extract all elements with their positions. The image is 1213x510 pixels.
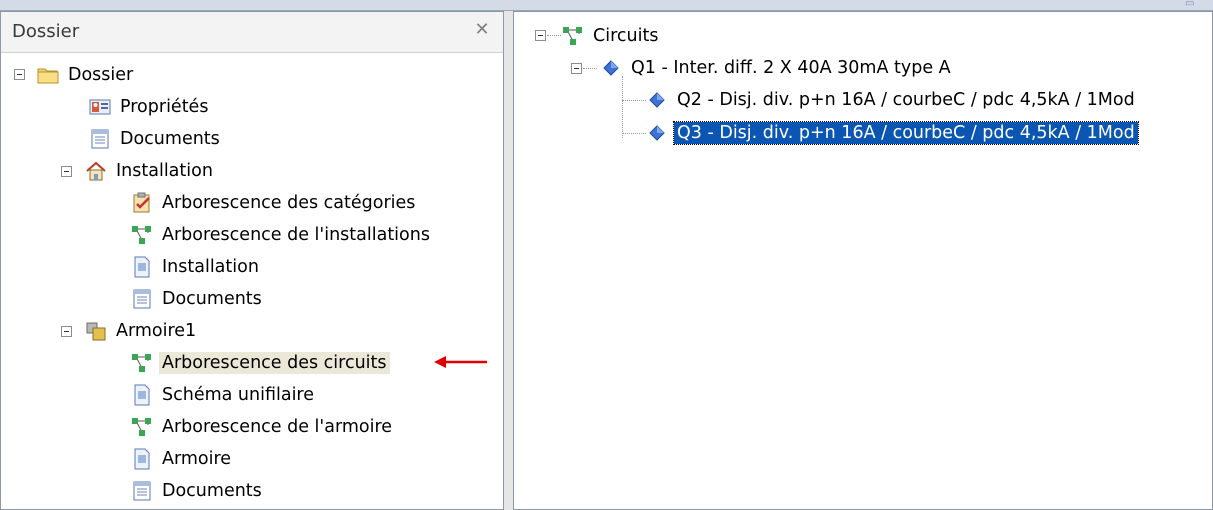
folder-icon [37,64,59,86]
tree-label: Documents [120,129,220,149]
document-list-icon [131,480,153,502]
corner-glyph-icon: ▭ [1185,0,1195,9]
tree-label: Armoire1 [116,321,197,341]
properties-card-icon [89,96,111,118]
tree-node-documents[interactable]: Documents [89,124,223,154]
tree-label: Armoire [162,449,232,469]
tree-label: Propriétés [120,97,209,117]
tree-node-armoire-page[interactable]: Armoire [131,444,234,474]
document-list-icon [89,128,111,150]
collapse-toggle-installation[interactable] [61,166,72,177]
stacked-boxes-icon [85,320,107,342]
tree-connector [583,68,597,70]
close-icon[interactable]: ✕ [472,20,492,40]
tree-connector [547,35,561,37]
tree-node-installation-documents[interactable]: Documents [131,284,265,314]
tree-node-schema-unifilaire[interactable]: Schéma unifilaire [131,380,317,410]
collapse-toggle-armoire[interactable] [61,326,72,337]
tree-node-armoire1[interactable]: Armoire1 [85,316,199,346]
tree-connector [622,76,624,138]
tree-node-installation[interactable]: Installation [85,156,216,186]
tree-label: Documents [162,289,262,309]
tree-label: Schéma unifilaire [162,385,315,405]
blue-diamond-icon [646,89,668,111]
collapse-toggle-circuits[interactable] [535,30,546,41]
panel-header: Dossier ✕ [1,12,503,53]
clipboard-check-icon [131,192,153,214]
blue-diamond-icon [600,57,622,79]
tree-node-armoire-documents[interactable]: Documents [131,476,265,506]
tree-node-arborescence-categories[interactable]: Arborescence des catégories [131,188,418,218]
tree-node-q2[interactable]: Q2 - Disj. div. p+n 16A / courbeC / pdc … [646,85,1138,115]
tree-node-dossier[interactable]: Dossier [37,60,136,90]
tree-label: Q2 - Disj. div. p+n 16A / courbeC / pdc … [677,90,1135,110]
collapse-toggle-q1[interactable] [571,63,582,74]
tree-connector [622,133,646,135]
tree-node-q3[interactable]: Q3 - Disj. div. p+n 16A / courbeC / pdc … [646,118,1139,148]
tree-node-arborescence-installations[interactable]: Arborescence de l'installations [131,220,433,250]
tree-node-arborescence-circuits[interactable]: Arborescence des circuits [131,348,390,378]
page-icon [131,384,153,406]
network-tree-icon [131,416,153,438]
annotation-arrow-icon [434,356,487,368]
tree-node-installation-page[interactable]: Installation [131,252,262,282]
tree-label: Installation [162,257,259,277]
tree-label: Dossier [68,65,134,85]
dossier-panel: Dossier ✕ Dossier Propriétés Documents I… [0,11,504,510]
page-icon [131,256,153,278]
tree-node-proprietes[interactable]: Propriétés [89,92,211,122]
panel-splitter[interactable] [504,11,513,510]
tree-node-circuits[interactable]: Circuits [562,21,661,51]
tree-connector [622,100,646,102]
circuits-tree-panel: Circuits Q1 - Inter. diff. 2 X 40A 30mA … [513,11,1213,510]
tree-label: Arborescence de l'installations [162,225,430,245]
tree-label: Installation [116,161,213,181]
document-list-icon [131,288,153,310]
network-tree-icon [562,25,584,47]
page-icon [131,448,153,470]
tree-label: Arborescence des circuits [159,352,390,374]
tree-node-q1[interactable]: Q1 - Inter. diff. 2 X 40A 30mA type A [600,53,954,83]
network-tree-icon [131,352,153,374]
network-tree-icon [131,224,153,246]
tree-label: Documents [162,481,262,501]
tree-label: Q1 - Inter. diff. 2 X 40A 30mA type A [631,58,951,78]
panel-title: Dossier [12,21,80,42]
blue-diamond-icon [646,122,668,144]
tree-label: Arborescence de l'armoire [162,417,393,437]
tree-label: Arborescence des catégories [162,193,416,213]
collapse-toggle-dossier[interactable] [14,69,25,80]
tree-label: Circuits [593,26,659,46]
house-icon [85,160,107,182]
top-strip: ▭ [0,0,1213,11]
tree-label: Q3 - Disj. div. p+n 16A / courbeC / pdc … [673,121,1139,145]
tree-node-arborescence-armoire[interactable]: Arborescence de l'armoire [131,412,395,442]
